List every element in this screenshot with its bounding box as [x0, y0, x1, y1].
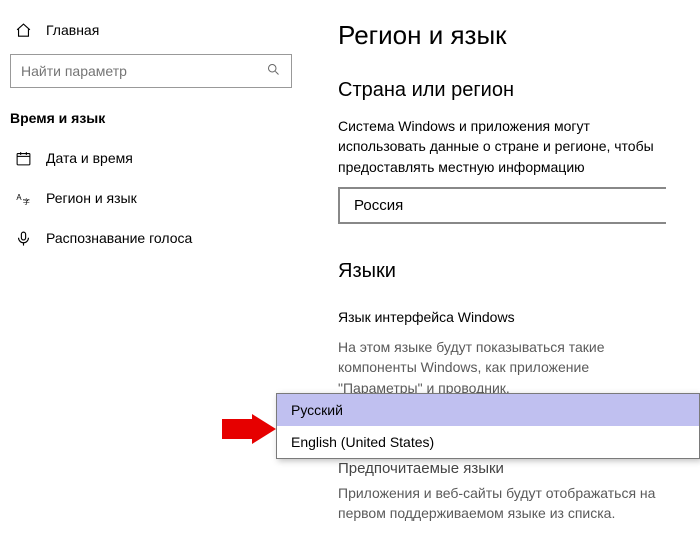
- sidebar-item-label: Регион и язык: [46, 190, 137, 206]
- calendar-icon: [14, 149, 32, 167]
- below-dropdown-area: Предпочитаемые языки Приложения и веб-са…: [338, 460, 658, 534]
- page-title: Регион и язык: [338, 20, 700, 51]
- sidebar-item-speech[interactable]: Распознавание голоса: [0, 218, 302, 258]
- language-dropdown[interactable]: Русский English (United States): [276, 393, 700, 459]
- microphone-icon: [14, 229, 32, 247]
- sidebar-section-label: Время и язык: [10, 110, 105, 126]
- dropdown-option-english[interactable]: English (United States): [277, 426, 699, 458]
- search-box[interactable]: [10, 54, 292, 88]
- country-select[interactable]: Россия: [338, 187, 666, 224]
- svg-text:字: 字: [22, 197, 29, 206]
- display-language-description: На этом языке будут показываться такие к…: [338, 337, 658, 398]
- dropdown-option-russian[interactable]: Русский: [277, 394, 699, 426]
- country-select-value: Россия: [354, 197, 403, 214]
- svg-text:A: A: [16, 192, 22, 201]
- sidebar-home[interactable]: Главная: [0, 10, 302, 50]
- sidebar-home-label: Главная: [46, 22, 99, 38]
- dropdown-option-label: Русский: [291, 402, 343, 418]
- search-icon: [266, 62, 281, 80]
- sidebar-item-region[interactable]: A 字 Регион и язык: [0, 178, 302, 218]
- language-icon: A 字: [14, 189, 32, 207]
- sidebar-section-heading: Время и язык: [0, 94, 302, 138]
- languages-heading: Языки: [338, 260, 700, 283]
- sidebar-item-label: Распознавание голоса: [46, 230, 192, 246]
- dropdown-option-label: English (United States): [291, 434, 434, 450]
- region-description: Система Windows и приложения могут испол…: [338, 116, 658, 177]
- search-input[interactable]: [21, 63, 266, 79]
- region-heading: Страна или регион: [338, 79, 700, 102]
- preferred-languages-description: Приложения и веб-сайты будут отображатьс…: [338, 483, 658, 524]
- preferred-languages-heading: Предпочитаемые языки: [338, 460, 658, 477]
- settings-sidebar: Главная Время и язык Дата и время: [0, 0, 302, 536]
- sidebar-item-label: Дата и время: [46, 150, 133, 166]
- display-language-label: Язык интерфейса Windows: [338, 307, 658, 327]
- home-icon: [14, 21, 32, 39]
- sidebar-item-datetime[interactable]: Дата и время: [0, 138, 302, 178]
